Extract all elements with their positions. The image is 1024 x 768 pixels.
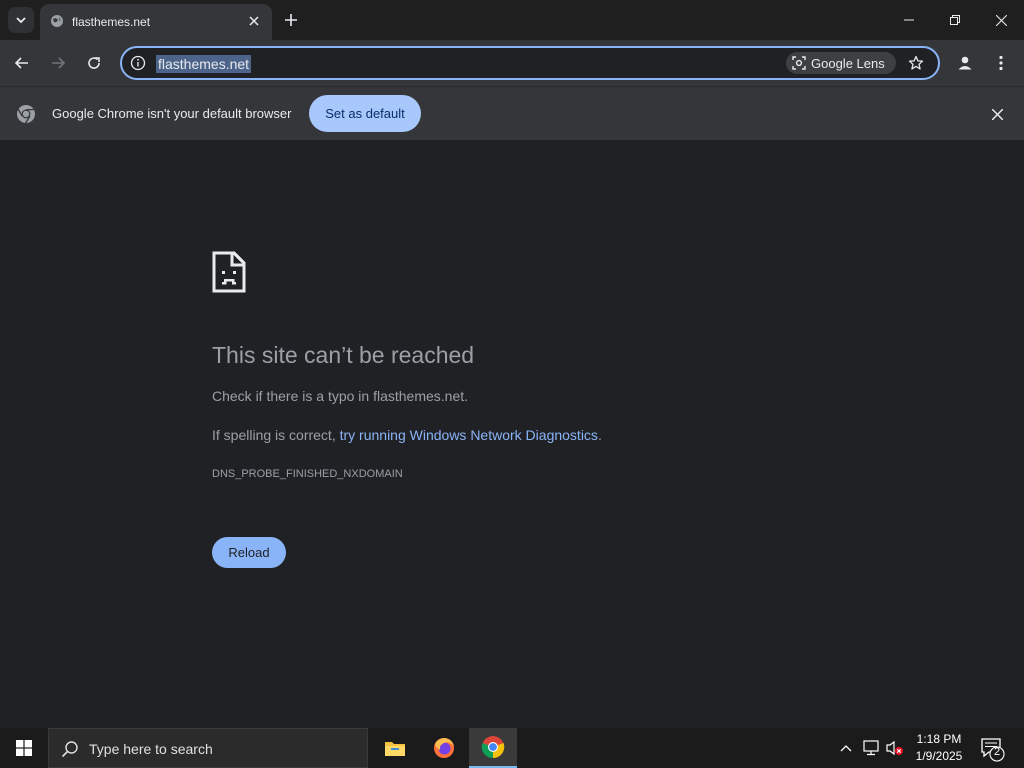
clock-date: 1/9/2025	[915, 749, 963, 763]
volume-tray-icon[interactable]	[884, 728, 906, 768]
action-center-button[interactable]: 2	[978, 736, 1006, 762]
restore-button[interactable]	[932, 0, 978, 40]
chevron-up-icon	[840, 745, 852, 752]
network-diagnostics-link[interactable]: try running Windows Network Diagnostics	[340, 427, 598, 443]
profile-button[interactable]	[952, 50, 978, 76]
arrow-right-icon	[52, 57, 66, 69]
bookmark-button[interactable]	[906, 53, 926, 73]
infobar-close-button[interactable]	[988, 105, 1006, 123]
notification-count: 2	[993, 746, 1001, 758]
set-as-default-button[interactable]: Set as default	[309, 95, 421, 132]
chrome-logo-icon	[481, 736, 505, 759]
info-icon[interactable]	[130, 55, 146, 71]
default-browser-infobar: Google Chrome isn't your default browser…	[0, 86, 1024, 140]
close-window-button[interactable]	[978, 0, 1024, 40]
windows-logo-icon	[16, 740, 32, 756]
show-hidden-icons-button[interactable]	[836, 728, 856, 768]
firefox-icon	[434, 738, 454, 758]
google-lens-label: Google Lens	[811, 55, 885, 71]
browser-toolbar: flasthemes.net Google Lens	[0, 40, 1024, 86]
network-icon	[863, 740, 879, 756]
tab-active[interactable]: flasthemes.net	[40, 4, 272, 40]
star-icon	[908, 55, 924, 70]
reload-button[interactable]: Reload	[212, 537, 286, 568]
close-icon	[991, 108, 1003, 120]
taskbar-file-explorer[interactable]	[371, 728, 419, 768]
clock-time: 1:18 PM	[916, 732, 962, 746]
error-code: DNS_PROBE_FINISHED_NXDOMAIN	[212, 468, 403, 480]
volume-muted-icon	[886, 740, 903, 756]
notification-icon	[981, 738, 1005, 762]
infobar-message: Google Chrome isn't your default browser	[52, 106, 292, 121]
url-text[interactable]: flasthemes.net	[156, 55, 252, 73]
error-title: This site can’t be reached	[212, 342, 475, 368]
taskbar-firefox[interactable]	[420, 728, 468, 768]
search-placeholder: Type here to search	[89, 741, 213, 757]
tab-title: flasthemes.net	[72, 15, 151, 29]
error-page: This site can’t be reached Check if ther…	[0, 140, 1024, 728]
reload-icon	[88, 57, 100, 69]
arrow-left-icon	[14, 57, 28, 69]
windows-taskbar: Type here to search 1:18 PM 1/9/2025 2	[0, 728, 1024, 768]
tab-search-button[interactable]	[8, 7, 34, 33]
new-tab-button[interactable]	[280, 9, 302, 31]
restore-icon	[950, 15, 960, 25]
more-vertical-icon	[999, 55, 1003, 71]
folder-icon	[385, 742, 405, 756]
reload-toolbar-button[interactable]	[81, 50, 107, 76]
plus-icon	[285, 14, 297, 26]
tab-close-button[interactable]	[246, 13, 262, 29]
close-icon	[995, 14, 1007, 26]
close-icon	[249, 16, 259, 26]
address-bar[interactable]: flasthemes.net Google Lens	[120, 46, 940, 80]
network-tray-icon[interactable]	[860, 728, 882, 768]
minimize-button[interactable]	[886, 0, 932, 40]
minimize-icon	[904, 19, 914, 21]
tab-strip: flasthemes.net	[0, 0, 1024, 40]
taskbar-search-box[interactable]: Type here to search	[48, 728, 368, 768]
lens-icon	[792, 56, 806, 70]
chrome-logo-icon	[17, 105, 35, 124]
menu-button[interactable]	[988, 50, 1014, 76]
search-icon	[61, 741, 78, 758]
diagnostics-prefix: If spelling is correct,	[212, 427, 340, 443]
start-button[interactable]	[0, 728, 48, 768]
profile-icon	[958, 56, 972, 70]
error-suggestion-typo: Check if there is a typo in flasthemes.n…	[212, 388, 469, 404]
chevron-down-icon	[16, 17, 26, 24]
globe-icon	[51, 15, 63, 27]
back-button[interactable]	[9, 50, 35, 76]
google-lens-button[interactable]: Google Lens	[786, 52, 896, 74]
sad-file-icon	[212, 251, 246, 293]
forward-button[interactable]	[45, 50, 71, 76]
taskbar-clock[interactable]: 1:18 PM 1/9/2025	[906, 731, 972, 765]
taskbar-chrome[interactable]	[469, 728, 517, 768]
error-suggestion-diagnostics: If spelling is correct, try running Wind…	[212, 427, 602, 443]
diagnostics-suffix: .	[597, 427, 602, 443]
